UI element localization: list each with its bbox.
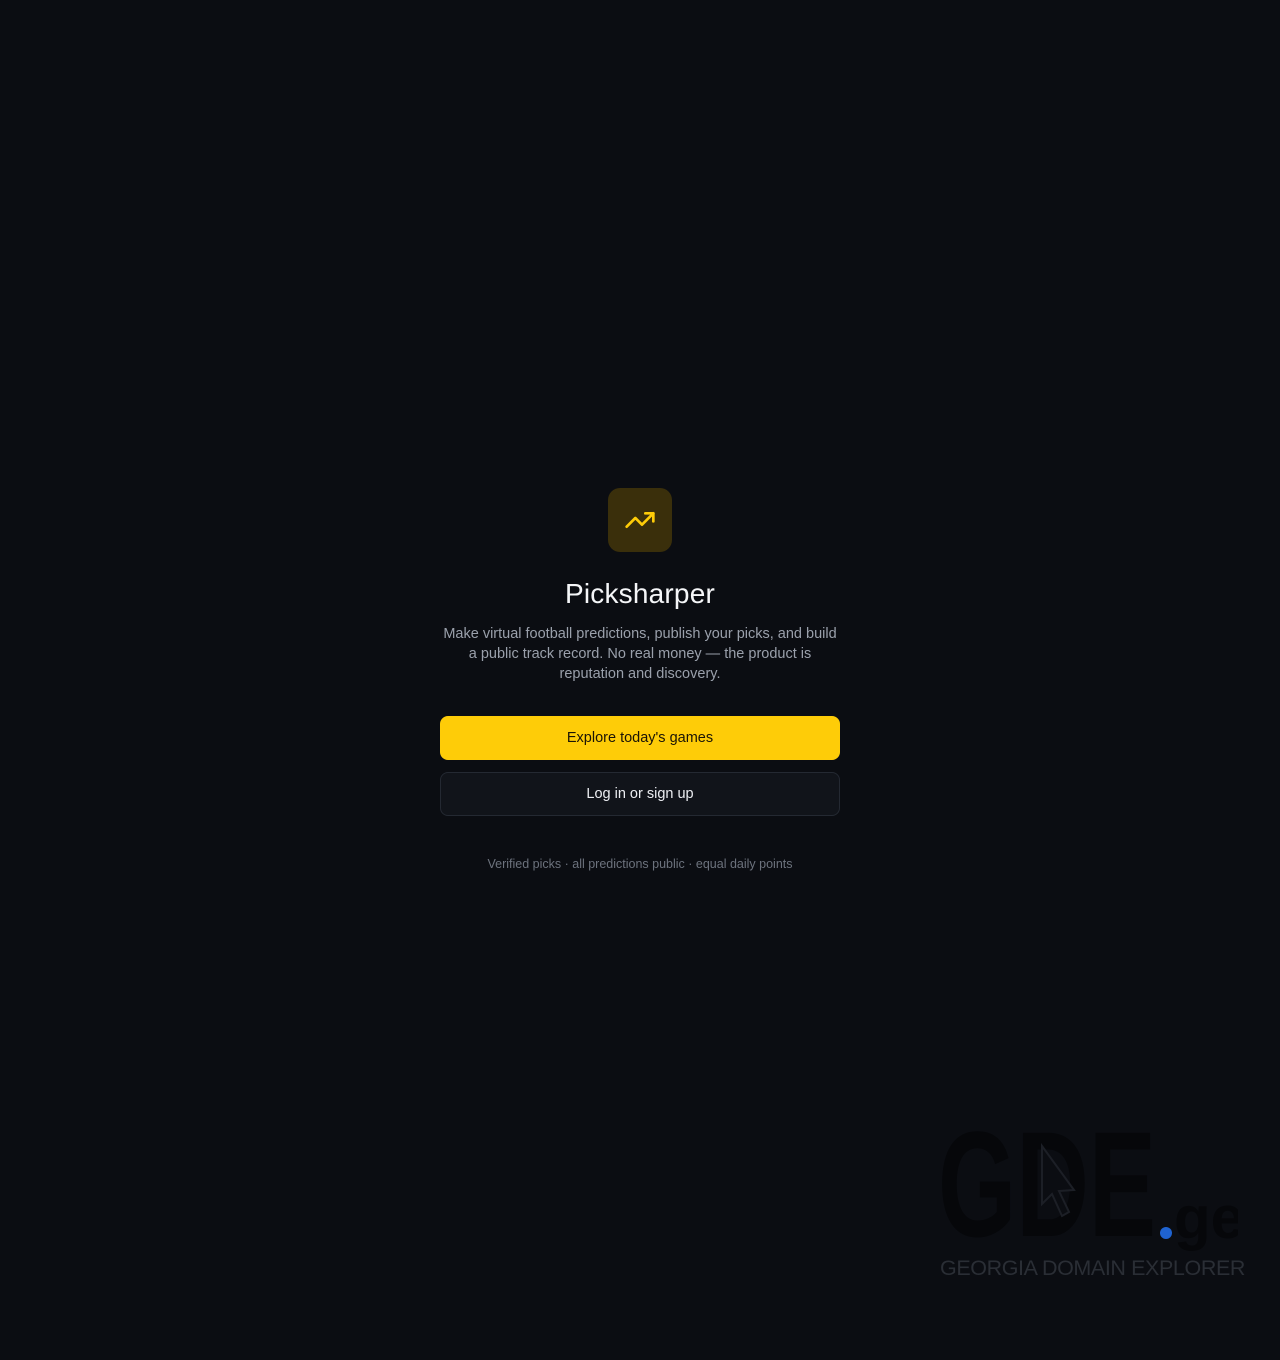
footnote: Verified picks · all predictions public … xyxy=(487,857,793,871)
trending-up-icon xyxy=(624,504,656,536)
explore-games-button[interactable]: Explore today's games xyxy=(440,716,840,760)
svg-text:ge: ge xyxy=(1174,1184,1238,1251)
app-tagline: Make virtual football predictions, publi… xyxy=(443,626,837,682)
login-signup-button[interactable]: Log in or sign up xyxy=(440,772,840,816)
app-logo xyxy=(608,488,672,552)
app-title: Picksharper xyxy=(564,578,716,609)
gde-watermark-logo: GDE ge GEORGIA DOMAIN EXPLORER xyxy=(938,1100,1246,1287)
watermark-caption: GEORGIA DOMAIN EXPLORER xyxy=(940,1256,1246,1280)
landing-page: Picksharper Make virtual football predic… xyxy=(0,0,1280,1360)
hero-section: Picksharper Make virtual football predic… xyxy=(440,488,840,872)
gde-logo-graphic: GDE ge xyxy=(938,1100,1244,1268)
